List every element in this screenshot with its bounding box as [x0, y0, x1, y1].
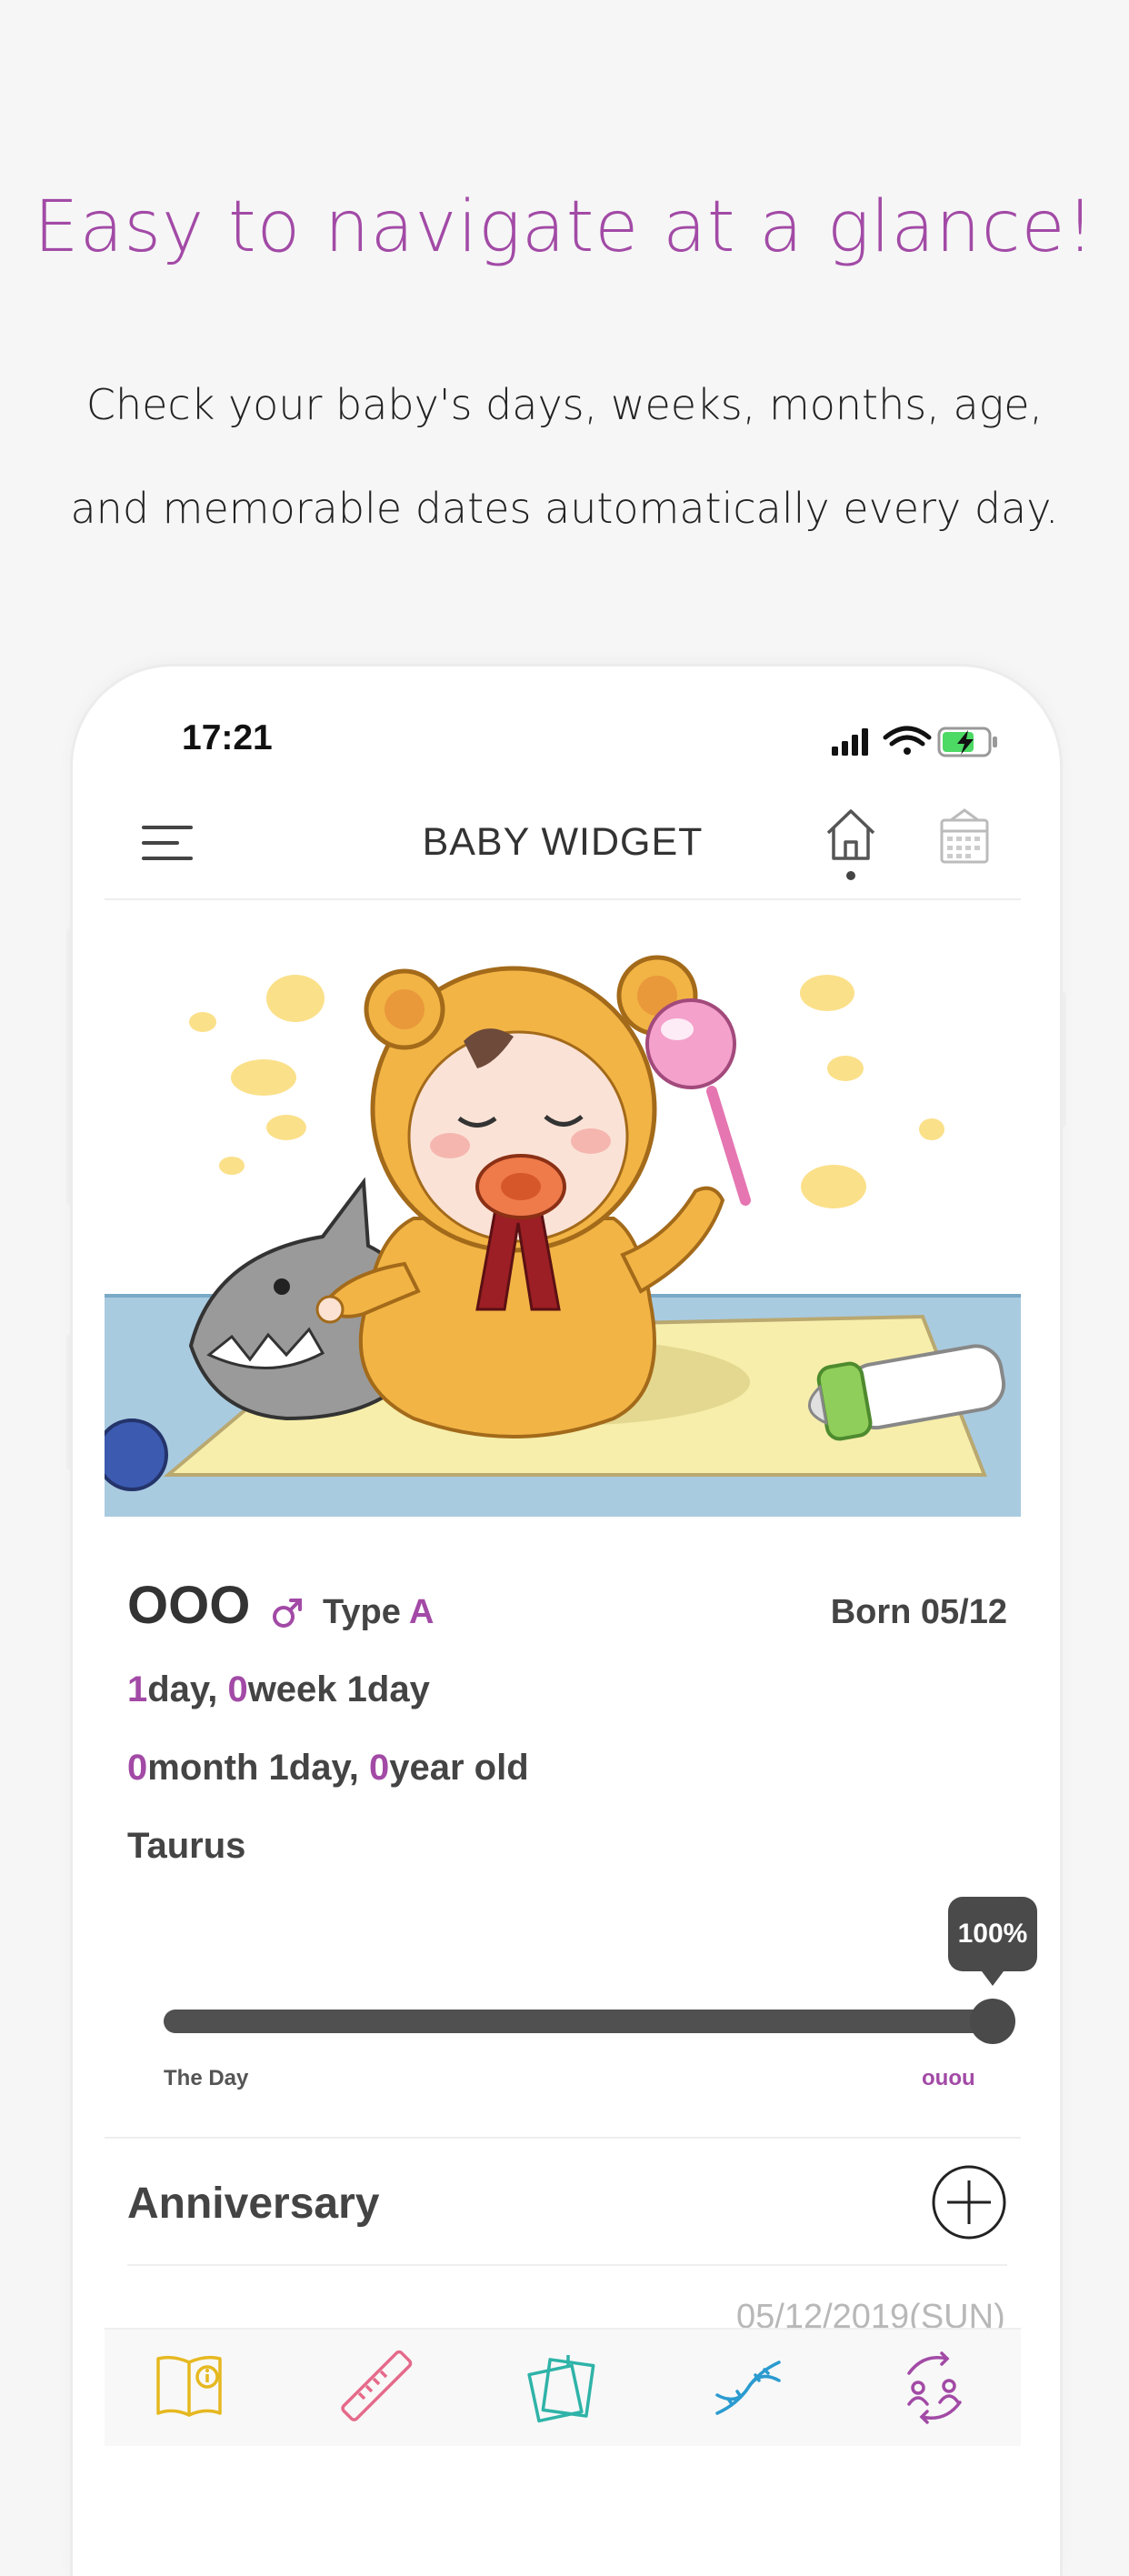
status-time: 17:21: [182, 718, 273, 757]
progress-fill: [164, 2010, 993, 2033]
baby-illustration: [105, 909, 1021, 1517]
section-divider: [105, 2137, 1021, 2139]
years-text: year old: [389, 1748, 529, 1788]
add-anniversary-button[interactable]: [931, 2164, 1007, 2240]
weeks-number: 0: [227, 1669, 248, 1709]
months-text: month 1day,: [147, 1748, 369, 1788]
blood-type-label: Type: [323, 1593, 410, 1631]
book-info-icon[interactable]: [153, 2350, 229, 2426]
signal-icon: [832, 728, 868, 756]
months-number: 0: [127, 1748, 148, 1788]
ruler-icon[interactable]: [339, 2350, 415, 2426]
battery-icon: [937, 727, 997, 757]
progress-end-label: ouou: [922, 2066, 975, 2090]
promo-subline-1: Check your baby's days, weeks, months, a…: [85, 380, 1044, 429]
anniversary-divider: [127, 2264, 1007, 2266]
male-gender-icon: [271, 1597, 304, 1629]
zodiac-sign: Taurus: [127, 1826, 246, 1866]
months-years-line: 0month 1day, 0year old: [127, 1748, 529, 1789]
days-number: 1: [127, 1669, 148, 1709]
dna-icon[interactable]: [710, 2350, 786, 2426]
progress-tooltip: 100%: [948, 1897, 1037, 1986]
weeks-text: week 1day: [247, 1669, 430, 1709]
days-weeks-line: 1day, 0week 1day: [127, 1669, 430, 1710]
family-sync-icon[interactable]: [896, 2350, 973, 2426]
progress-slider[interactable]: [164, 1999, 1015, 2044]
app-bar-divider: [105, 898, 1021, 900]
home-icon[interactable]: [823, 807, 879, 882]
promo-subline-2: and memorable dates automatically every …: [70, 484, 1059, 533]
plus-circle-icon: [932, 2165, 1006, 2240]
born-date: Born 05/12: [830, 1593, 1007, 1631]
notes-icon[interactable]: [525, 2350, 601, 2426]
progress-start-label: The Day: [164, 2066, 249, 2090]
anniversary-title: Anniversary: [127, 2180, 380, 2228]
years-number: 0: [368, 1748, 390, 1788]
calendar-icon[interactable]: [938, 807, 993, 867]
baby-name: OOO: [127, 1576, 251, 1635]
progress-knob[interactable]: [970, 1999, 1015, 2044]
status-icons: [832, 723, 1004, 759]
promo-headline: Easy to navigate at a glance!: [34, 186, 1095, 268]
blood-type-value: A: [409, 1593, 435, 1631]
app-bar: BABY WIDGET: [105, 800, 1021, 900]
blood-type: Type A: [323, 1593, 434, 1632]
app-title: BABY WIDGET: [422, 820, 704, 864]
days-text: day,: [147, 1669, 228, 1709]
wifi-icon: [883, 726, 932, 755]
bottom-tab-bar: [105, 2328, 1021, 2446]
